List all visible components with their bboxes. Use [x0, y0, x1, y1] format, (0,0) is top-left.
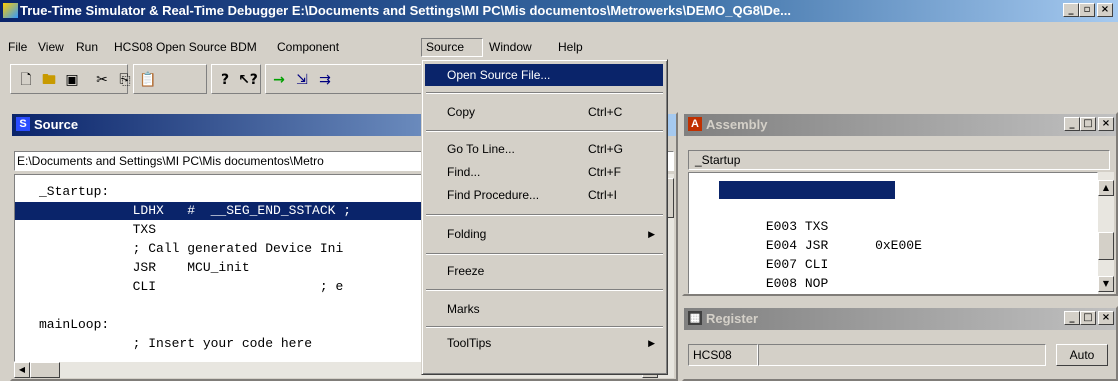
start-icon[interactable]: → [268, 69, 290, 91]
app-title-bar[interactable]: True-Time Simulator & Real-Time Debugger… [0, 0, 1118, 22]
scroll-thumb[interactable] [30, 362, 60, 378]
menu-file[interactable]: File [4, 38, 31, 57]
assembly-window: A Assembly _ □ × _Startup E000 LDHX #0x0… [682, 112, 1118, 296]
source-menu-dropdown: Open Source File... Copy Ctrl+C Go To Li… [421, 59, 668, 375]
menu-window[interactable]: Window [485, 38, 536, 57]
menu-item-marks[interactable]: Marks [425, 298, 663, 320]
assembly-view[interactable]: E000 LDHX #0x0150 E003 TXS E004 JSR 0xE0… [688, 172, 1098, 294]
close-icon[interactable]: × [1098, 311, 1114, 325]
menu-bdm[interactable]: HCS08 Open Source BDM [110, 38, 261, 57]
new-file-icon[interactable]: 🗋 [15, 69, 37, 91]
copy-icon[interactable]: ⎘ [114, 69, 136, 91]
maximize-icon[interactable]: □ [1080, 117, 1096, 131]
minimize-icon[interactable]: _ [1063, 3, 1079, 17]
scroll-down-icon[interactable]: ▼ [1098, 276, 1114, 292]
menu-item-find-procedure[interactable]: Find Procedure... Ctrl+I [425, 184, 663, 206]
register-status-field [758, 344, 1046, 366]
minimize-icon[interactable]: _ [1064, 117, 1080, 131]
close-icon[interactable]: × [1097, 3, 1113, 17]
asm-addr: E008 [765, 276, 798, 291]
assembly-row[interactable]: E007 CLI [719, 238, 828, 272]
app-title: True-Time Simulator & Real-Time Debugger… [20, 3, 791, 18]
assembly-window-icon: A [688, 117, 702, 131]
scroll-thumb[interactable] [1098, 232, 1114, 260]
help-icon[interactable]: ? [214, 69, 236, 91]
menu-component[interactable]: Component [273, 38, 343, 57]
assembly-title: Assembly [706, 117, 768, 132]
step-in-icon[interactable]: ⇲ [291, 69, 313, 91]
register-window: ▦ Register _ □ × HCS08 Auto [682, 306, 1118, 381]
minimize-icon[interactable]: _ [1064, 311, 1080, 325]
assembly-title-bar[interactable]: A Assembly _ □ × [684, 114, 1116, 136]
assembly-row[interactable]: E004 JSR 0xE00E [719, 219, 922, 253]
paste-icon[interactable]: 📋 [137, 69, 159, 91]
menu-run[interactable]: Run [72, 38, 102, 57]
step-over-icon[interactable]: ⇉ [314, 69, 336, 91]
scroll-up-icon[interactable]: ▲ [1098, 180, 1114, 196]
menu-source[interactable]: Source [421, 38, 483, 57]
menu-item-tooltips[interactable]: ToolTips ▶ [425, 332, 663, 354]
menu-item-folding[interactable]: Folding ▶ [425, 223, 663, 245]
submenu-arrow-icon: ▶ [648, 338, 655, 348]
close-icon[interactable]: × [1098, 117, 1114, 131]
assembly-vertical-scrollbar[interactable]: ▲ ▼ [1098, 172, 1114, 294]
context-help-icon[interactable]: ↖? [237, 69, 259, 91]
source-title: Source [34, 117, 79, 132]
register-window-icon: ▦ [688, 311, 702, 325]
menu-item-open-source-file[interactable]: Open Source File... [425, 64, 663, 86]
menu-view[interactable]: View [34, 38, 68, 57]
register-title-bar[interactable]: ▦ Register _ □ × [684, 308, 1116, 330]
scroll-left-icon[interactable]: ◀ [14, 362, 30, 378]
register-mode-button[interactable]: Auto [1056, 344, 1108, 366]
menu-help[interactable]: Help [554, 38, 587, 57]
menu-item-go-to-line[interactable]: Go To Line... Ctrl+G [425, 138, 663, 160]
assembly-row[interactable]: E008 NOP [719, 257, 828, 291]
assembly-row-current[interactable]: E000 LDHX #0x0150 [719, 181, 930, 215]
asm-arg: #0x0150 [875, 200, 930, 215]
register-cpu-label: HCS08 [688, 344, 758, 366]
source-window-icon: S [16, 117, 30, 131]
asm-arg: 0xE00E [875, 238, 922, 253]
save-icon[interactable]: ▣ [61, 69, 83, 91]
maximize-icon[interactable]: □ [1080, 311, 1096, 325]
restore-icon[interactable]: ▫ [1079, 3, 1095, 17]
register-title: Register [706, 311, 759, 326]
cut-icon[interactable]: ✂ [91, 69, 113, 91]
asm-op: NOP [804, 276, 829, 291]
open-icon[interactable]: 🖿 [38, 69, 60, 91]
menu-item-find[interactable]: Find... Ctrl+F [425, 161, 663, 183]
assembly-label: _Startup [688, 150, 1110, 170]
submenu-arrow-icon: ▶ [648, 229, 655, 239]
menu-item-freeze[interactable]: Freeze [425, 260, 663, 282]
assembly-row[interactable]: E003 TXS [719, 200, 828, 234]
menu-item-copy[interactable]: Copy Ctrl+C [425, 101, 663, 123]
app-icon [3, 3, 18, 18]
